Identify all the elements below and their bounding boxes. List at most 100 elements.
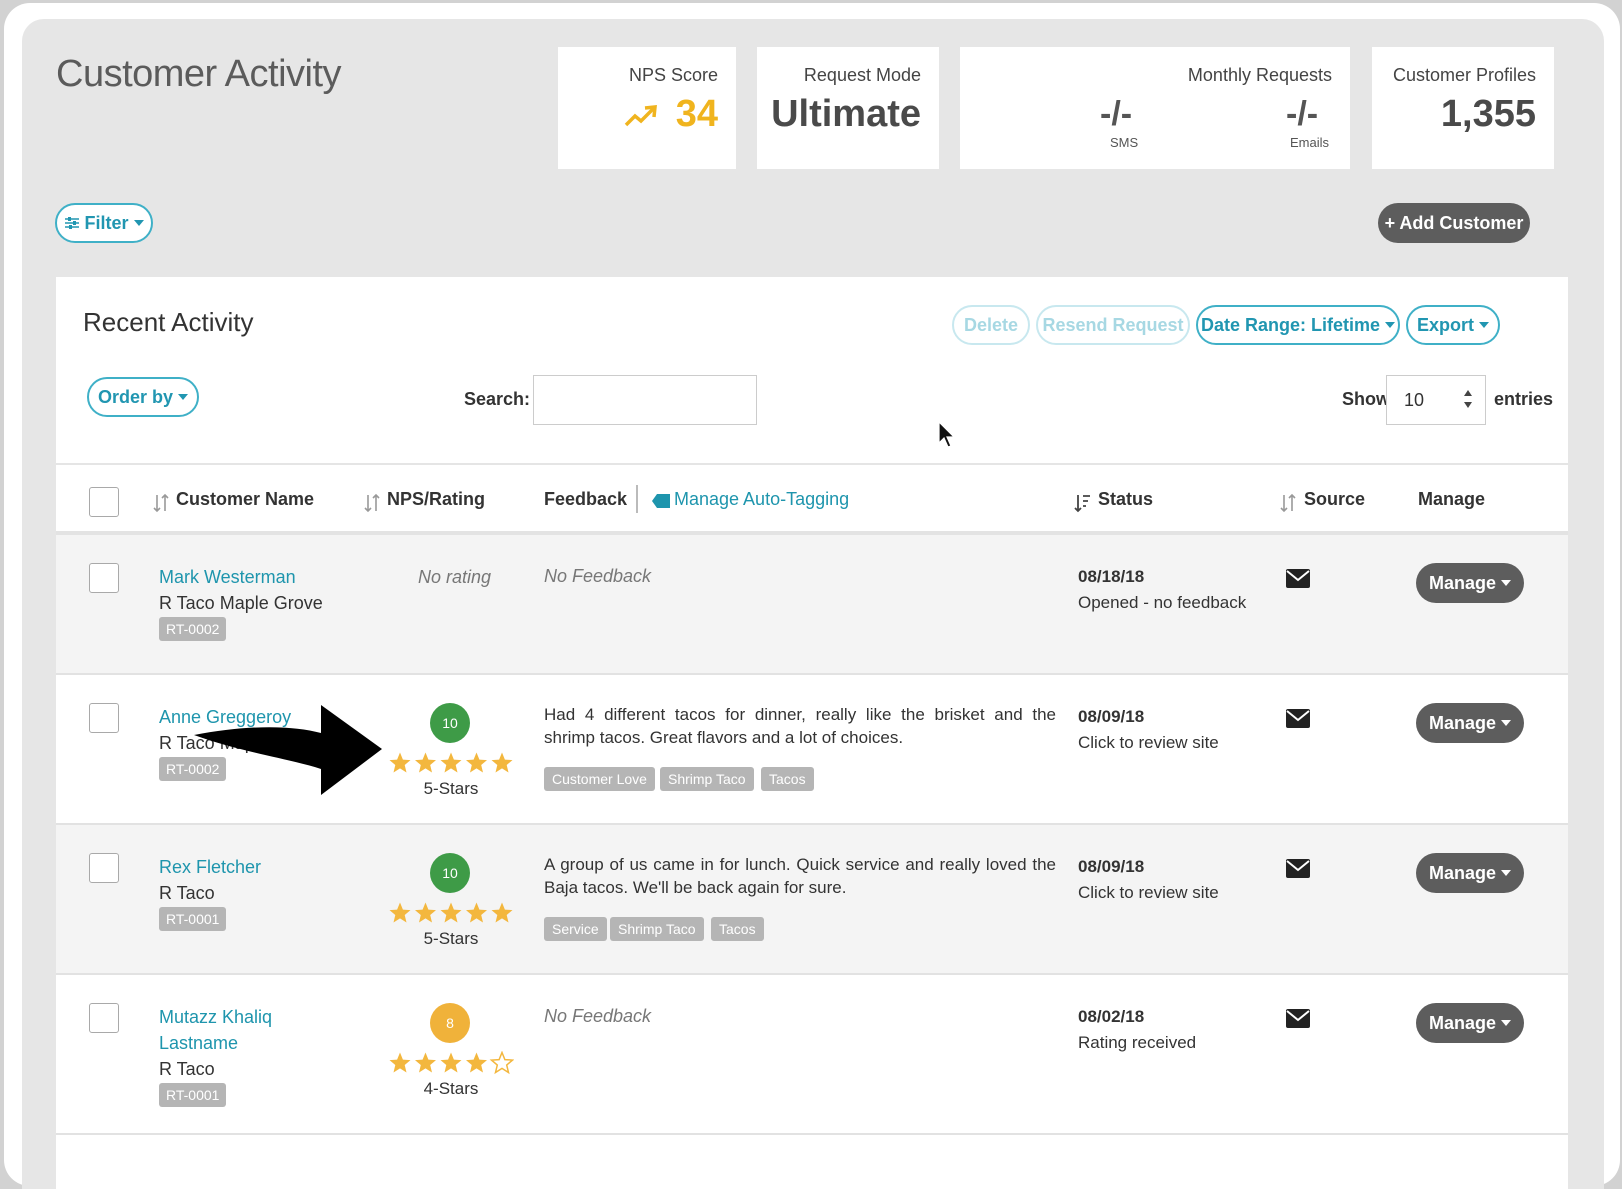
monthly-requests-card: Monthly Requests -/- SMS -/- Emails bbox=[960, 47, 1350, 169]
resend-request-button[interactable]: Resend Request bbox=[1036, 305, 1190, 345]
sort-icon[interactable] bbox=[364, 493, 380, 513]
date-range-label: Date Range: Lifetime bbox=[1200, 314, 1381, 335]
manage-button[interactable]: Manage bbox=[1416, 563, 1524, 603]
location-code-badge: RT-0002 bbox=[159, 617, 227, 641]
entries-label: entries bbox=[1494, 389, 1554, 409]
request-mode-value: Ultimate bbox=[771, 93, 921, 135]
customer-name-link[interactable]: Mark Westerman bbox=[159, 567, 296, 588]
feedback-tag[interactable]: Shrimp Taco bbox=[610, 917, 704, 941]
trend-up-icon bbox=[624, 105, 657, 127]
star-filled-icon bbox=[491, 902, 513, 923]
star-filled-icon bbox=[415, 902, 436, 923]
recent-activity-panel: Recent Activity Delete Resend Request Da… bbox=[56, 277, 1568, 1189]
filter-button[interactable]: Filter bbox=[55, 203, 153, 243]
star-filled-icon bbox=[440, 902, 462, 923]
manage-label: Manage bbox=[1428, 1012, 1497, 1033]
sort-icon[interactable] bbox=[153, 493, 169, 513]
column-nps-rating[interactable]: NPS/Rating bbox=[387, 489, 485, 510]
sort-icon[interactable] bbox=[1074, 493, 1090, 513]
status-date: 08/18/18 bbox=[1078, 567, 1145, 586]
customer-location: R Taco bbox=[159, 883, 215, 903]
manage-label: Manage bbox=[1428, 862, 1497, 883]
star-rating-label: 5-Stars bbox=[423, 779, 479, 798]
row-checkbox[interactable] bbox=[89, 853, 119, 883]
customer-name-link-continued[interactable]: Lastname bbox=[159, 1033, 238, 1054]
column-customer-name[interactable]: Customer Name bbox=[176, 489, 314, 510]
select-all-checkbox[interactable] bbox=[89, 487, 119, 517]
star-rating-label: 5-Stars bbox=[423, 929, 479, 948]
row-checkbox[interactable] bbox=[89, 1003, 119, 1033]
feedback-tag[interactable]: Service bbox=[544, 917, 607, 941]
mail-icon bbox=[1286, 569, 1310, 588]
customer-profiles-card: Customer Profiles 1,355 bbox=[1372, 47, 1554, 169]
customer-name-link[interactable]: Rex Fletcher bbox=[159, 857, 261, 878]
monthly-requests-label: Monthly Requests bbox=[1187, 65, 1332, 85]
caret-down-icon bbox=[1501, 580, 1512, 586]
nps-score-label: NPS Score bbox=[628, 65, 718, 85]
feedback-tag[interactable]: Customer Love bbox=[544, 767, 655, 791]
nps-score-badge: 10 bbox=[430, 703, 470, 743]
nps-score-card: NPS Score 34 bbox=[558, 47, 736, 169]
status-text: Rating received bbox=[1078, 1033, 1197, 1052]
mail-icon bbox=[1286, 709, 1310, 728]
row-checkbox[interactable] bbox=[89, 563, 119, 593]
request-mode-card: Request Mode Ultimate bbox=[757, 47, 939, 169]
star-filled-icon bbox=[415, 1052, 436, 1073]
row-checkbox[interactable] bbox=[89, 703, 119, 733]
tag-icon bbox=[652, 494, 670, 508]
star-filled-icon bbox=[466, 1052, 487, 1073]
feedback-tag[interactable]: Shrimp Taco bbox=[660, 767, 754, 791]
order-by-button[interactable]: Order by bbox=[87, 377, 199, 417]
location-code-badge: RT-0001 bbox=[159, 1083, 227, 1107]
star-filled-icon bbox=[389, 1052, 411, 1073]
feedback-text: No Feedback bbox=[544, 566, 652, 586]
mouse-cursor bbox=[938, 421, 956, 448]
caret-down-icon bbox=[1501, 720, 1512, 726]
panel-title: Recent Activity bbox=[83, 307, 254, 337]
status-date: 08/09/18 bbox=[1078, 707, 1145, 726]
star-rating-label: 4-Stars bbox=[423, 1079, 479, 1098]
customer-name-link[interactable]: Mutazz Khaliq bbox=[159, 1007, 272, 1028]
export-button[interactable]: Export bbox=[1406, 305, 1500, 345]
star-filled-icon bbox=[389, 752, 411, 773]
star-filled-icon bbox=[415, 752, 436, 773]
sort-icon[interactable] bbox=[1280, 493, 1296, 513]
email-label: Emails bbox=[1290, 135, 1330, 150]
search-label: Search: bbox=[464, 389, 531, 409]
nps-score-value: 34 bbox=[675, 93, 718, 135]
delete-button[interactable]: Delete bbox=[952, 305, 1030, 345]
manage-auto-tagging-link[interactable]: Manage Auto-Tagging bbox=[674, 489, 849, 510]
location-code-badge: RT-0001 bbox=[159, 907, 227, 931]
arrow-annotation bbox=[194, 705, 382, 795]
manage-button[interactable]: Manage bbox=[1416, 703, 1524, 743]
app-screen: Customer Activity NPS Score 34 Request M… bbox=[22, 19, 1604, 1189]
star-empty-icon bbox=[490, 1051, 514, 1074]
add-customer-button[interactable]: + Add Customer bbox=[1378, 203, 1530, 243]
page-title: Customer Activity bbox=[56, 53, 342, 95]
manage-label: Manage bbox=[1428, 712, 1497, 733]
date-range-button[interactable]: Date Range: Lifetime bbox=[1196, 305, 1400, 345]
table-row: Mutazz Khaliq Lastname R Taco RT-0001 8 … bbox=[56, 975, 1568, 1135]
sms-label: SMS bbox=[1110, 135, 1139, 150]
star-filled-icon bbox=[440, 752, 462, 773]
mail-icon bbox=[1286, 859, 1310, 878]
column-manage: Manage bbox=[1418, 489, 1486, 509]
feedback-tag[interactable]: Tacos bbox=[711, 917, 764, 941]
manage-button[interactable]: Manage bbox=[1416, 853, 1524, 893]
search-input[interactable] bbox=[533, 375, 757, 425]
star-rating bbox=[389, 752, 513, 773]
caret-down-icon bbox=[133, 220, 144, 226]
manage-button[interactable]: Manage bbox=[1416, 1003, 1524, 1043]
column-status[interactable]: Status bbox=[1098, 489, 1153, 510]
table-row: Rex Fletcher R Taco RT-0001 10 5-Stars A… bbox=[56, 825, 1568, 975]
email-value: -/- bbox=[1286, 95, 1319, 133]
request-mode-label: Request Mode bbox=[803, 65, 921, 85]
entries-value: 10 bbox=[1404, 390, 1425, 410]
column-source[interactable]: Source bbox=[1304, 489, 1365, 510]
customer-location: R Taco bbox=[159, 1059, 215, 1079]
feedback-tag[interactable]: Tacos bbox=[761, 767, 814, 791]
entries-select[interactable]: 10 bbox=[1386, 375, 1486, 425]
no-rating-text: No rating bbox=[418, 567, 492, 587]
star-filled-icon bbox=[491, 752, 513, 773]
star-filled-icon bbox=[389, 902, 411, 923]
